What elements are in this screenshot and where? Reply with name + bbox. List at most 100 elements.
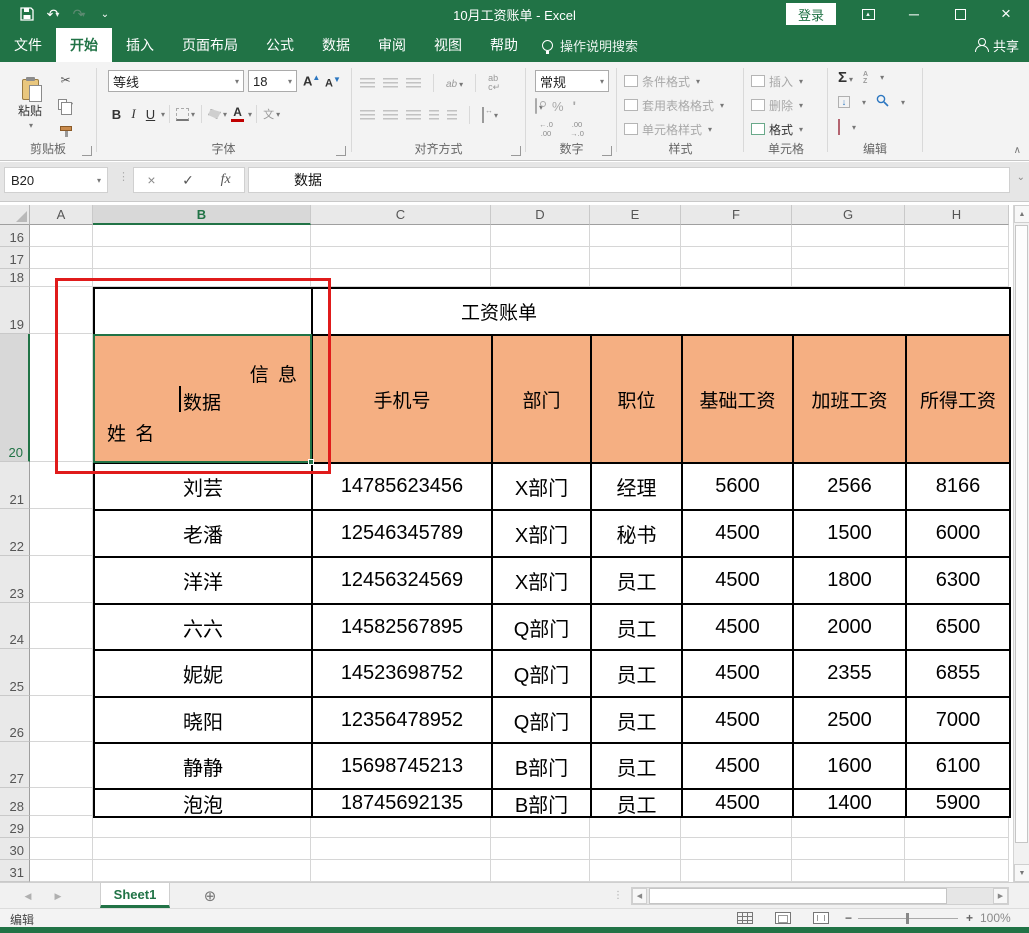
cell-E21[interactable]: 经理 <box>592 464 683 511</box>
sheet-tab-sheet1[interactable]: Sheet1 <box>100 883 170 908</box>
horizontal-scrollbar[interactable]: ◀ ▶ <box>631 887 1009 905</box>
increase-indent-icon[interactable] <box>447 110 457 120</box>
cell-G21[interactable]: 2566 <box>794 464 907 511</box>
cell-F23[interactable]: 4500 <box>683 558 794 605</box>
row-header-26[interactable]: 26 <box>0 696 30 742</box>
cell-C26[interactable]: 12356478952 <box>313 698 493 744</box>
align-top-icon[interactable] <box>360 78 375 88</box>
header-department[interactable]: 部门 <box>493 336 592 464</box>
scroll-up-button[interactable]: ▲ <box>1014 205 1029 223</box>
align-bottom-icon[interactable] <box>406 78 421 88</box>
cell-C24[interactable]: 14582567895 <box>313 605 493 651</box>
scroll-down-button[interactable]: ▼ <box>1014 864 1029 882</box>
accounting-format-button[interactable]: ▾ <box>535 99 543 113</box>
cell-B21[interactable]: 刘芸 <box>95 464 313 511</box>
cell-E22[interactable]: 秘书 <box>592 511 683 558</box>
tell-me-search[interactable]: 操作说明搜索 <box>542 28 638 62</box>
cell-D25[interactable]: Q部门 <box>493 651 592 698</box>
cell-G24[interactable]: 2000 <box>794 605 907 651</box>
clipboard-dialog-launcher[interactable] <box>82 146 92 156</box>
row-header-17[interactable]: 17 <box>0 247 30 269</box>
cell-B22[interactable]: 老潘 <box>95 511 313 558</box>
cell-F25[interactable]: 4500 <box>683 651 794 698</box>
cell-D26[interactable]: Q部门 <box>493 698 592 744</box>
font-name-select[interactable]: 等线▾ <box>108 70 244 92</box>
header-position[interactable]: 职位 <box>592 336 683 464</box>
horizontal-scroll-thumb[interactable] <box>649 888 947 904</box>
cell-B24[interactable]: 六六 <box>95 605 313 651</box>
login-button[interactable]: 登录 <box>786 3 836 25</box>
cell-H25[interactable]: 6855 <box>907 651 1011 698</box>
cell-G22[interactable]: 1500 <box>794 511 907 558</box>
column-header-F[interactable]: F <box>681 205 792 225</box>
cell-H23[interactable]: 6300 <box>907 558 1011 605</box>
cell-E24[interactable]: 员工 <box>592 605 683 651</box>
cell-E27[interactable]: 员工 <box>592 744 683 790</box>
customize-qat-button[interactable]: ⌄ <box>92 2 118 26</box>
alignment-dialog-launcher[interactable] <box>511 146 521 156</box>
cell-E25[interactable]: 员工 <box>592 651 683 698</box>
number-dialog-launcher[interactable] <box>602 146 612 156</box>
align-middle-icon[interactable] <box>383 78 398 88</box>
align-left-icon[interactable] <box>360 110 375 120</box>
bold-button[interactable]: B <box>108 107 125 122</box>
row-header-19[interactable]: 19 <box>0 287 30 334</box>
conditional-formatting-button[interactable]: 条件格式▾ <box>624 70 700 92</box>
percent-style-button[interactable]: % <box>552 99 564 114</box>
fill-color-button[interactable]: ▾ <box>206 104 229 124</box>
cell-E23[interactable]: 员工 <box>592 558 683 605</box>
cell-G28[interactable]: 1400 <box>794 790 907 818</box>
cell-D21[interactable]: X部门 <box>493 464 592 511</box>
row-header-30[interactable]: 30 <box>0 838 30 860</box>
align-right-icon[interactable] <box>406 110 421 120</box>
decrease-indent-icon[interactable] <box>429 110 439 120</box>
cell-D24[interactable]: Q部门 <box>493 605 592 651</box>
cell-H22[interactable]: 6000 <box>907 511 1011 558</box>
row-header-16[interactable]: 16 <box>0 225 30 247</box>
cell-H26[interactable]: 7000 <box>907 698 1011 744</box>
fill-button[interactable]: ↓ <box>838 96 850 108</box>
cell-C28[interactable]: 18745692135 <box>313 790 493 818</box>
cell-B20-corner-header[interactable]: 信 息 数据 姓 名 <box>95 336 313 464</box>
underline-button[interactable]: U <box>142 107 159 122</box>
cell-B25[interactable]: 妮妮 <box>95 651 313 698</box>
number-format-select[interactable]: 常规▾ <box>535 70 609 92</box>
new-sheet-button[interactable]: ⊕ <box>196 883 224 909</box>
cell-G26[interactable]: 2500 <box>794 698 907 744</box>
row-header-29[interactable]: 29 <box>0 816 30 838</box>
cell-F22[interactable]: 4500 <box>683 511 794 558</box>
zoom-out-button[interactable]: − <box>845 911 852 925</box>
merge-center-button[interactable] <box>482 108 484 122</box>
cell-D27[interactable]: B部门 <box>493 744 592 790</box>
formula-input[interactable]: 数据 <box>248 167 1010 193</box>
row-header-20[interactable]: 20 <box>0 334 30 462</box>
decrease-font-button[interactable]: A▼ <box>325 75 346 90</box>
row-header-27[interactable]: 27 <box>0 742 30 788</box>
cell-C23[interactable]: 12456324569 <box>313 558 493 605</box>
cell-F21[interactable]: 5600 <box>683 464 794 511</box>
tab-data[interactable]: 数据 <box>308 28 364 62</box>
select-all-button[interactable] <box>0 205 30 225</box>
tab-help[interactable]: 帮助 <box>476 28 532 62</box>
cell-B23[interactable]: 洋洋 <box>95 558 313 605</box>
tab-page-layout[interactable]: 页面布局 <box>168 28 252 62</box>
row-header-25[interactable]: 25 <box>0 649 30 696</box>
italic-button[interactable]: I <box>125 106 142 122</box>
comma-style-button[interactable]: ' <box>573 98 576 114</box>
row-header-28[interactable]: 28 <box>0 788 30 816</box>
save-icon[interactable] <box>14 2 40 26</box>
zoom-in-button[interactable]: + <box>966 911 973 925</box>
sort-filter-button[interactable]: AZ <box>863 71 868 85</box>
enter-entry-button[interactable]: ✓ <box>182 172 194 189</box>
font-color-button[interactable]: A <box>229 104 246 124</box>
vertical-scrollbar[interactable]: ▲ ▼ <box>1013 205 1029 882</box>
cell-C22[interactable]: 12546345789 <box>313 511 493 558</box>
cell-B28[interactable]: 泡泡 <box>95 790 313 818</box>
cell-B19[interactable] <box>95 289 313 336</box>
cell-E26[interactable]: 员工 <box>592 698 683 744</box>
column-header-E[interactable]: E <box>590 205 681 225</box>
tab-review[interactable]: 审阅 <box>364 28 420 62</box>
close-button[interactable]: × <box>983 0 1029 28</box>
cut-button[interactable]: ✂ <box>56 70 75 90</box>
cell-D22[interactable]: X部门 <box>493 511 592 558</box>
